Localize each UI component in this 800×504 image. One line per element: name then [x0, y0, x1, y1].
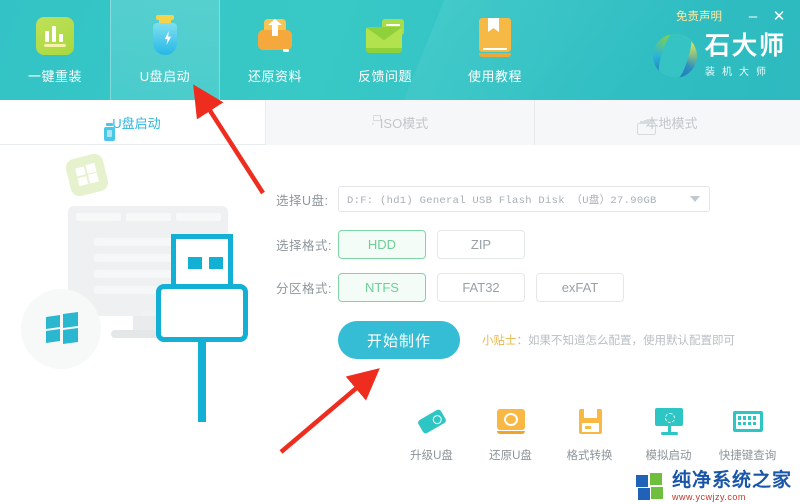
main-nav: 一键重装 U盘启动 还原资料	[0, 0, 550, 100]
usb-select-label: 选择U盘:	[276, 190, 338, 209]
tool-restore-usb[interactable]: 还原U盘	[471, 406, 550, 463]
nav-item-restore-data[interactable]: 还原资料	[220, 0, 330, 100]
format-convert-icon	[573, 406, 607, 438]
chart-icon	[33, 15, 77, 59]
app-window: 一键重装 U盘启动 还原资料	[0, 0, 800, 504]
tool-hotkey-query[interactable]: 快捷键查询	[708, 406, 787, 463]
tab-usb-boot[interactable]: U盘启动	[0, 100, 265, 145]
usb-plug-illustration	[153, 234, 263, 424]
windows-tile-icon	[64, 152, 110, 198]
mail-icon	[363, 15, 407, 59]
book-icon	[473, 15, 517, 59]
brand-mark-icon	[653, 34, 697, 78]
window-controls: 免责声明 – ✕	[676, 6, 792, 26]
nav-label: U盘启动	[140, 66, 190, 85]
start-button[interactable]: 开始制作	[338, 321, 460, 359]
restore-icon	[253, 15, 297, 59]
usb-select-dropdown[interactable]: D:F: (hd1) General USB Flash Disk （U盘）27…	[338, 186, 710, 212]
tab-label: U盘启动	[112, 113, 160, 132]
brand-logo: 石大师 装机大师	[653, 34, 786, 78]
app-header: 一键重装 U盘启动 还原资料	[0, 0, 800, 100]
tip-text: 小贴士：如果不知道怎么配置，使用默认配置即可	[482, 332, 735, 348]
nav-item-usb-boot[interactable]: U盘启动	[110, 0, 220, 100]
nav-item-one-key-reinstall[interactable]: 一键重装	[0, 0, 110, 100]
nav-item-feedback[interactable]: 反馈问题	[330, 0, 440, 100]
tip-body: 如果不知道怎么配置，使用默认配置即可	[528, 335, 735, 347]
mode-tabbar: U盘启动 ISO模式 本地模式	[0, 100, 800, 145]
content-area: 选择U盘: D:F: (hd1) General USB Flash Disk …	[0, 146, 800, 504]
disclaimer-link[interactable]: 免责声明	[676, 8, 722, 24]
tab-iso-mode[interactable]: ISO模式	[265, 100, 535, 145]
brand-name: 石大师	[705, 34, 786, 59]
usb-shield-icon	[143, 15, 187, 59]
format-option-hdd[interactable]: HDD	[338, 230, 426, 259]
nav-label: 使用教程	[468, 66, 522, 85]
tool-label: 还原U盘	[489, 447, 532, 463]
format-option-zip[interactable]: ZIP	[437, 230, 525, 259]
tool-simulate-boot[interactable]: 模拟启动	[629, 406, 708, 463]
brand-subtitle: 装机大师	[705, 63, 786, 78]
watermark-url: www.ycwjzy.com	[672, 492, 792, 502]
partition-option-exfat[interactable]: exFAT	[536, 273, 624, 302]
format-row: 选择格式: HDD ZIP	[276, 230, 776, 259]
tab-local-mode[interactable]: 本地模式	[535, 100, 800, 145]
tool-upgrade-usb[interactable]: 升级U盘	[392, 406, 471, 463]
tool-label: 模拟启动	[646, 447, 692, 463]
usb-select-value: D:F: (hd1) General USB Flash Disk （U盘）27…	[347, 192, 657, 207]
format-label: 选择格式:	[276, 235, 338, 254]
tool-label: 格式转换	[567, 447, 613, 463]
chevron-down-icon	[690, 196, 700, 202]
tip-prefix: 小贴士：	[482, 335, 528, 347]
nav-label: 一键重装	[28, 66, 82, 85]
nav-item-tutorial[interactable]: 使用教程	[440, 0, 550, 100]
minimize-button[interactable]: –	[740, 6, 766, 26]
tool-shortcuts: 升级U盘 还原U盘 格式转换 模拟启动 快捷键查询	[392, 406, 792, 463]
windows-badge	[21, 289, 101, 369]
watermark-logo-icon	[636, 473, 666, 501]
windows-logo-icon	[46, 313, 78, 343]
partition-label: 分区格式:	[276, 278, 338, 297]
tab-label: ISO模式	[380, 113, 428, 132]
close-button[interactable]: ✕	[766, 6, 792, 26]
nav-label: 反馈问题	[358, 66, 412, 85]
simulate-boot-icon	[652, 406, 686, 438]
usb-upgrade-icon	[415, 406, 449, 438]
tool-label: 升级U盘	[410, 447, 453, 463]
partition-row: 分区格式: NTFS FAT32 exFAT	[276, 273, 776, 302]
config-form: 选择U盘: D:F: (hd1) General USB Flash Disk …	[276, 186, 776, 359]
usb-select-row: 选择U盘: D:F: (hd1) General USB Flash Disk …	[276, 186, 776, 212]
partition-option-fat32[interactable]: FAT32	[437, 273, 525, 302]
nav-label: 还原资料	[248, 66, 302, 85]
watermark-title: 纯净系统之家	[672, 471, 792, 490]
action-row: 开始制作 小贴士：如果不知道怎么配置，使用默认配置即可	[276, 321, 776, 359]
usb-restore-icon	[494, 406, 528, 438]
tool-label: 快捷键查询	[719, 447, 777, 463]
usb-illustration	[18, 154, 268, 424]
watermark: 纯净系统之家 www.ycwjzy.com	[636, 471, 792, 502]
tool-format-convert[interactable]: 格式转换	[550, 406, 629, 463]
hotkey-query-icon	[731, 406, 765, 438]
partition-option-ntfs[interactable]: NTFS	[338, 273, 426, 302]
